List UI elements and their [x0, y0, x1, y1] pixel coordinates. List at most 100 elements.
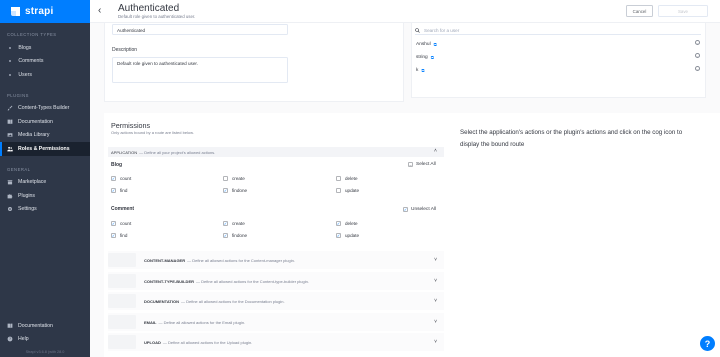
- action-checkbox-count[interactable]: ✓ count: [111, 176, 131, 181]
- action-label: findone: [232, 188, 248, 193]
- remove-user-icon[interactable]: –: [695, 66, 700, 71]
- action-label: find: [120, 188, 128, 193]
- sidebar-item-label: Blogs: [18, 44, 32, 51]
- action-checkbox-update[interactable]: update: [336, 188, 359, 193]
- checkbox[interactable]: ✓: [111, 188, 116, 193]
- paintbrush-icon: [7, 105, 13, 111]
- checkbox[interactable]: ✓: [223, 188, 228, 193]
- cancel-button[interactable]: Cancel: [626, 5, 653, 17]
- sidebar-item-label: Settings: [18, 206, 37, 213]
- user-row: k ⧉ –: [416, 66, 700, 74]
- group-name-blog: Blog: [111, 162, 123, 168]
- user-name: string: [416, 54, 428, 60]
- chevron-down-icon[interactable]: ˅: [434, 298, 437, 304]
- plugin-thumbnail: [108, 294, 136, 308]
- brand-header[interactable]: strapi: [0, 0, 90, 23]
- user-name: k: [416, 67, 419, 73]
- action-label: update: [345, 233, 360, 238]
- image-icon: [7, 133, 13, 138]
- action-checkbox-findone[interactable]: ✓ findone: [223, 233, 247, 238]
- permissions-subtitle: Only actions bound by a route are listed…: [111, 130, 194, 135]
- checkbox[interactable]: ✓: [336, 221, 341, 226]
- page-title: Authenticated: [118, 3, 180, 14]
- remove-user-icon[interactable]: –: [695, 53, 700, 58]
- select-all-toggle[interactable]: – Select All: [408, 162, 436, 167]
- plugin-section-upload[interactable]: UPLOAD — Define all allowed actions for …: [108, 333, 444, 351]
- remove-user-icon[interactable]: –: [695, 40, 700, 45]
- group-name-comment: Comment: [111, 206, 135, 212]
- checkbox[interactable]: ✓: [223, 221, 228, 226]
- role-name-input[interactable]: Authenticated: [112, 24, 288, 35]
- puzzle-icon: [7, 193, 13, 199]
- action-label: find: [120, 233, 128, 238]
- help-button[interactable]: ?: [700, 336, 715, 351]
- checkbox[interactable]: ✓: [111, 176, 116, 181]
- action-checkbox-create[interactable]: create: [223, 176, 245, 181]
- action-checkbox-update[interactable]: ✓ update: [336, 233, 359, 238]
- sidebar-item-comments[interactable]: Comments: [0, 55, 90, 69]
- action-checkbox-find[interactable]: ✓ find: [111, 188, 127, 193]
- plugin-section-email[interactable]: EMAIL — Define all allowed actions for t…: [108, 313, 444, 331]
- sidebar-item-label: Documentation: [18, 322, 53, 329]
- sidebar-item-roles-permissions[interactable]: Roles & Permissions: [0, 142, 90, 156]
- user-search[interactable]: Search for a user: [415, 26, 701, 35]
- sidebar-item-documentation[interactable]: Documentation: [0, 115, 90, 129]
- application-section-header[interactable]: APPLICATION — Define all your project's …: [108, 147, 444, 157]
- checkbox[interactable]: ✓: [111, 233, 116, 238]
- sidebar-item-media-library[interactable]: Media Library: [0, 129, 90, 143]
- sidebar-item-marketplace[interactable]: Marketplace: [0, 176, 90, 190]
- action-checkbox-findone[interactable]: ✓ findone: [223, 188, 247, 193]
- chevron-down-icon[interactable]: ˅: [434, 278, 437, 284]
- chevron-down-icon[interactable]: ˅: [434, 319, 437, 325]
- sidebar-item-label: Plugins: [18, 192, 36, 199]
- action-checkbox-count[interactable]: ✓ count: [111, 221, 131, 226]
- checkbox[interactable]: ✓: [111, 221, 116, 226]
- checkbox[interactable]: [336, 188, 341, 193]
- sidebar-item-plugins[interactable]: Plugins: [0, 189, 90, 203]
- unselect-all-toggle[interactable]: ✓ Unselect All: [403, 207, 436, 212]
- plugin-description: — Define all allowed actions for the Upl…: [162, 339, 253, 345]
- plugin-section-documentation[interactable]: DOCUMENTATION — Define all allowed actio…: [108, 292, 444, 310]
- sidebar-item-label: Content-Types Builder: [18, 105, 70, 112]
- sidebar-item-users[interactable]: Users: [0, 68, 90, 82]
- sidebar-item-documentation-link[interactable]: Documentation: [0, 319, 90, 333]
- external-link-icon[interactable]: ⧉: [434, 42, 437, 47]
- external-link-icon[interactable]: ⧉: [431, 55, 434, 60]
- sidebar-item-help[interactable]: ? Help: [0, 333, 90, 347]
- action-checkbox-delete[interactable]: delete: [336, 176, 358, 181]
- action-label: findone: [232, 233, 248, 238]
- back-arrow-icon[interactable]: ‹: [98, 5, 101, 16]
- checkbox[interactable]: [336, 176, 341, 181]
- save-button[interactable]: Save: [658, 5, 708, 17]
- action-checkbox-delete[interactable]: ✓ delete: [336, 221, 358, 226]
- plugin-thumbnail: [108, 253, 136, 267]
- plugin-description: — Define all allowed actions for the Con…: [187, 257, 295, 263]
- chevron-down-icon[interactable]: ˅: [434, 257, 437, 263]
- chevron-up-icon[interactable]: ˄: [434, 148, 437, 154]
- checkbox[interactable]: ✓: [223, 233, 228, 238]
- sidebar-item-label: Users: [18, 71, 32, 78]
- action-checkbox-find[interactable]: ✓ find: [111, 233, 127, 238]
- plugin-section-content-type-builder[interactable]: CONTENT-TYPE-BUILDER — Define all allowe…: [108, 272, 444, 290]
- action-label: count: [120, 221, 132, 226]
- role-description-textarea[interactable]: Default role given to authenticated user…: [112, 57, 288, 83]
- action-checkbox-create[interactable]: ✓ create: [223, 221, 245, 226]
- sidebar-item-label: Help: [18, 336, 29, 343]
- external-link-icon[interactable]: ⧉: [421, 68, 424, 73]
- checkbox[interactable]: [223, 176, 228, 181]
- sidebar-item-settings[interactable]: Settings: [0, 203, 90, 217]
- plugin-description: — Define all allowed actions for the Doc…: [180, 298, 285, 304]
- plugin-section-content-manager[interactable]: CONTENT-MANAGER — Define all allowed act…: [108, 251, 444, 269]
- unselect-all-checkbox[interactable]: ✓: [403, 207, 408, 212]
- sidebar-item-blogs[interactable]: Blogs: [0, 41, 90, 55]
- sidebar-item-content-types-builder[interactable]: Content-Types Builder: [0, 102, 90, 116]
- search-icon: [415, 27, 420, 33]
- sidebar-item-label: Media Library: [18, 132, 50, 139]
- bullet-icon: [9, 46, 12, 49]
- page-header: ‹ Authenticated Default role given to au…: [90, 0, 720, 23]
- sidebar-item-label: Roles & Permissions: [18, 145, 70, 152]
- chevron-down-icon[interactable]: ˅: [434, 339, 437, 345]
- select-all-checkbox[interactable]: –: [408, 162, 413, 167]
- book-icon: [7, 119, 13, 125]
- checkbox[interactable]: ✓: [336, 233, 341, 238]
